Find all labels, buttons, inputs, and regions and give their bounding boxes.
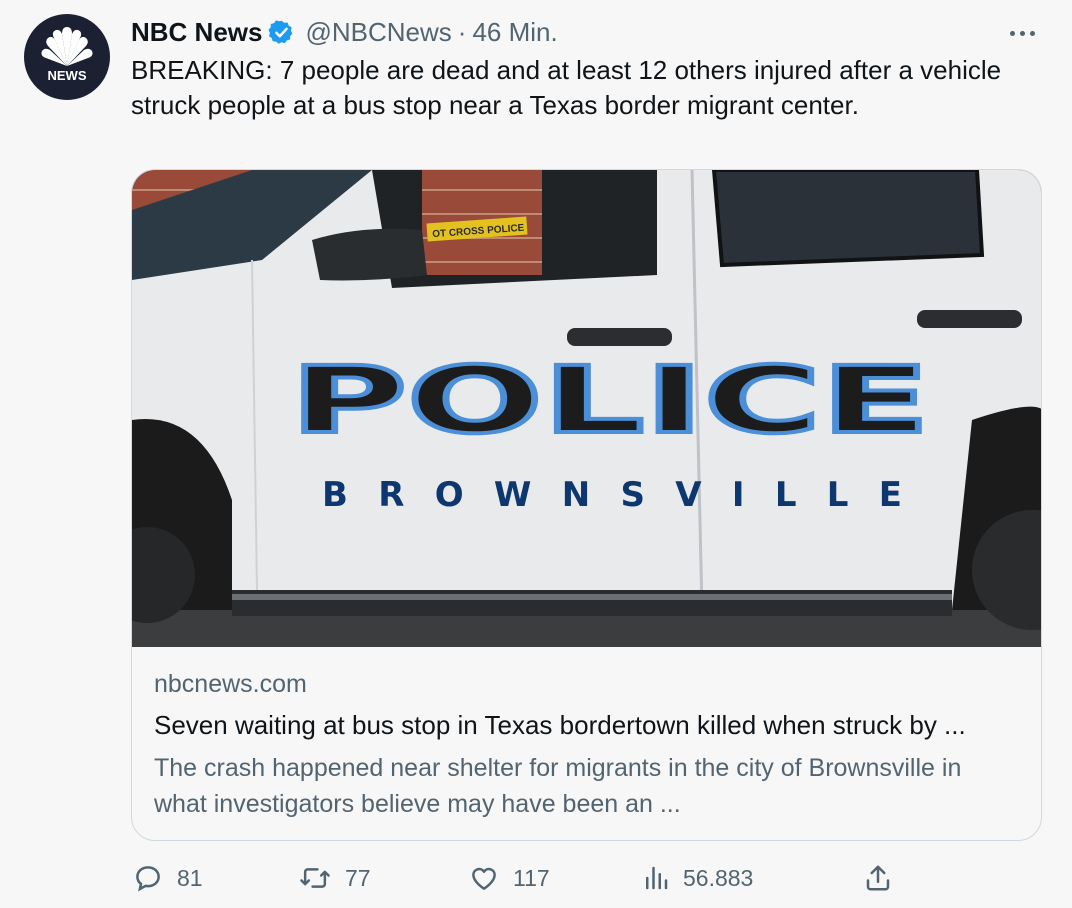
- card-image[interactable]: OT CROSS POLICE POLICE BROWNSVILLE: [132, 170, 1042, 647]
- card-description: The crash happened near shelter for migr…: [154, 754, 962, 818]
- reply-icon: [136, 866, 160, 892]
- tweet-timestamp[interactable]: 46 Min.: [472, 17, 557, 48]
- retweet-icon: [300, 868, 330, 888]
- account-handle[interactable]: @NBCNews: [305, 17, 451, 48]
- action-bar: 81 77 117 56.883: [131, 863, 931, 903]
- card-domain[interactable]: nbcnews.com: [154, 670, 307, 699]
- retweet-button[interactable]: 77: [299, 863, 371, 893]
- verified-badge-icon: [268, 19, 295, 46]
- like-button[interactable]: 117: [469, 863, 550, 893]
- reply-count: 81: [177, 864, 203, 891]
- separator-dot: ·: [457, 16, 467, 47]
- retweet-count: 77: [345, 864, 371, 891]
- svg-text:NEWS: NEWS: [48, 68, 87, 83]
- link-card[interactable]: OT CROSS POLICE POLICE BROWNSVILLE nbcne…: [131, 169, 1042, 841]
- more-icon[interactable]: [1010, 28, 1038, 38]
- svg-text:POLICE: POLICE: [290, 347, 930, 454]
- tweet-text: BREAKING: 7 people are dead and at least…: [131, 55, 1002, 120]
- nbc-peacock-logo: NEWS: [41, 27, 93, 83]
- like-icon: [472, 867, 496, 890]
- avatar[interactable]: NEWS: [24, 14, 110, 100]
- view-count: 56.883: [683, 864, 754, 891]
- tweet-header: NBC News @NBCNews · 46 Min.: [131, 14, 1042, 50]
- views-icon: [646, 866, 668, 890]
- reply-button[interactable]: 81: [133, 863, 203, 893]
- like-count: 117: [513, 864, 550, 891]
- account-name[interactable]: NBC News: [131, 17, 262, 48]
- share-button[interactable]: [863, 863, 893, 893]
- card-title[interactable]: Seven waiting at bus stop in Texas borde…: [154, 710, 1024, 741]
- views-button[interactable]: 56.883: [643, 863, 753, 893]
- share-icon: [866, 865, 890, 891]
